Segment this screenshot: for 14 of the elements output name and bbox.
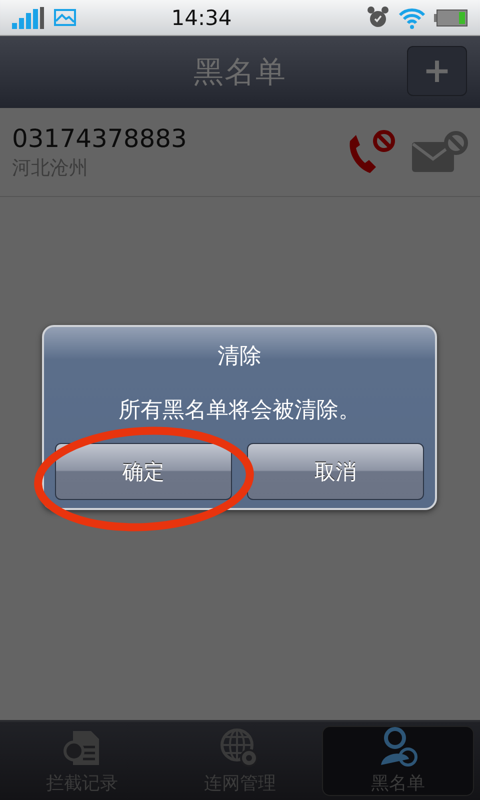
image-icon xyxy=(53,8,77,28)
battery-icon xyxy=(434,8,468,26)
phone-number: 03174378883 xyxy=(12,124,188,152)
cancel-button[interactable]: 取消 xyxy=(247,443,424,500)
dialog-message: 所有黑名单将会被清除。 xyxy=(118,397,362,425)
confirm-button[interactable]: 确定 xyxy=(55,443,232,500)
signal-icon xyxy=(12,6,45,28)
screen-title: 黑名单 xyxy=(194,54,286,92)
alarm-icon xyxy=(366,6,390,30)
blocked-message-icon[interactable] xyxy=(412,131,468,173)
add-button[interactable]: + xyxy=(407,46,467,96)
dialog-title: 清除 xyxy=(216,343,262,371)
clock-time: 14:34 xyxy=(170,6,233,30)
wifi-icon xyxy=(398,6,426,28)
